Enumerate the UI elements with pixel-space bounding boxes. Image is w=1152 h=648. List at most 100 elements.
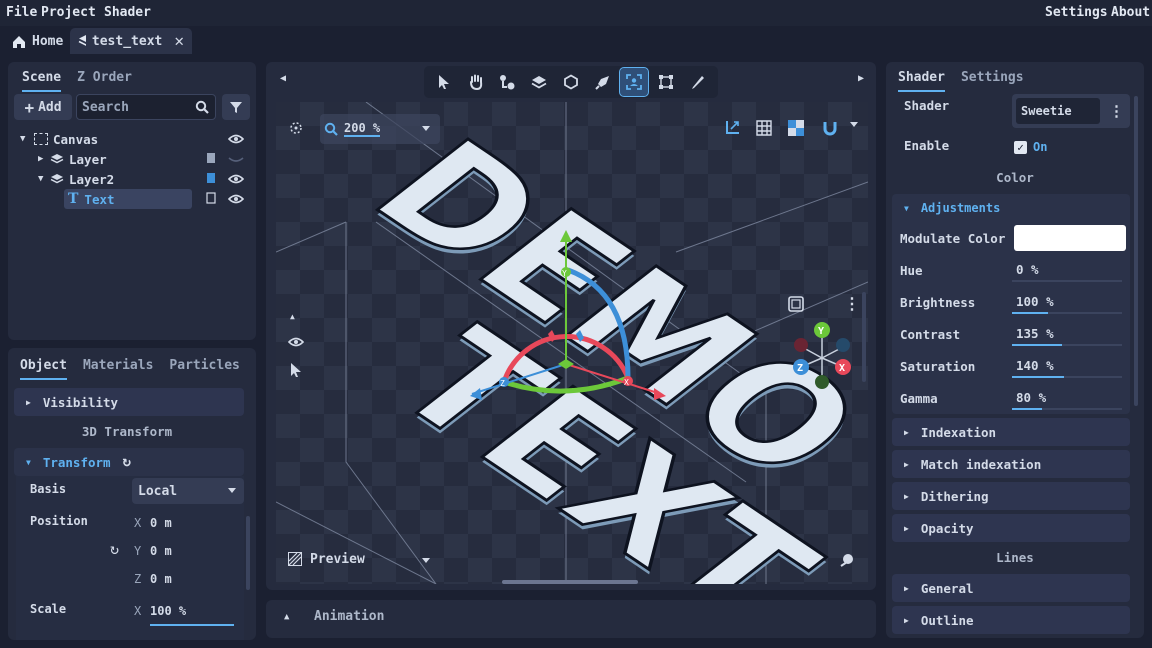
- position-y-field[interactable]: 0 m: [150, 544, 172, 558]
- tab-shader[interactable]: Shader: [898, 70, 945, 92]
- tab-particles[interactable]: Particles: [169, 358, 239, 380]
- tree-item-text[interactable]: T Text: [8, 189, 256, 209]
- shader-scrollbar[interactable]: [1134, 96, 1138, 406]
- brightness-slider[interactable]: 100 %: [1012, 290, 1122, 314]
- magnet-icon[interactable]: [822, 120, 838, 139]
- match-indexation-section[interactable]: ▶ Match indexation: [892, 450, 1130, 478]
- cursor-icon[interactable]: [290, 362, 302, 381]
- tree-item-layer[interactable]: ▶ Layer: [8, 149, 256, 169]
- menu-settings[interactable]: Settings: [1045, 5, 1108, 20]
- outline-section[interactable]: ▶ Outline: [892, 606, 1130, 634]
- transparency-icon[interactable]: [788, 120, 804, 139]
- basis-dropdown[interactable]: Local: [132, 478, 244, 504]
- menu-about[interactable]: About: [1111, 5, 1150, 20]
- eye-icon[interactable]: [227, 192, 245, 207]
- modulate-color-swatch[interactable]: [1014, 225, 1126, 251]
- preview-dropdown[interactable]: Preview: [276, 542, 446, 576]
- viewport-hscrollbar[interactable]: [502, 580, 638, 584]
- expand-up-icon[interactable]: ▲: [284, 612, 289, 622]
- shader-selector[interactable]: Sweetie ⋮: [1012, 94, 1130, 128]
- tab-materials[interactable]: Materials: [83, 358, 153, 380]
- crosshair-icon[interactable]: [288, 120, 304, 139]
- scale-x-field[interactable]: 100 %: [150, 604, 186, 618]
- draw-tool-button[interactable]: [684, 68, 712, 96]
- tab-document[interactable]: test_text ✕: [70, 28, 192, 54]
- chevron-down-icon: ▼: [26, 457, 31, 467]
- dropdown-arrow-icon: [422, 126, 430, 131]
- transform-section[interactable]: ▼ Transform ↻: [14, 448, 244, 476]
- tree-item-label: Text: [84, 191, 115, 207]
- dithering-section[interactable]: ▶ Dithering: [892, 482, 1130, 510]
- close-tab-icon[interactable]: ✕: [174, 33, 184, 49]
- select-tool-button[interactable]: [430, 68, 458, 96]
- reset-icon[interactable]: ↻: [123, 454, 131, 470]
- camera-frame-tool-button[interactable]: [619, 67, 650, 97]
- transform-box-tool-button[interactable]: [652, 68, 680, 96]
- shape-tool-button[interactable]: [557, 68, 585, 96]
- expand-arrow-icon[interactable]: ▶: [38, 154, 50, 164]
- text-node-icon: T: [68, 191, 79, 207]
- gizmo-z-label: Z: [500, 379, 505, 388]
- animation-panel[interactable]: ▲ Animation: [266, 600, 876, 638]
- expand-arrow-icon[interactable]: ▼: [38, 174, 50, 184]
- hue-slider[interactable]: 0 %: [1012, 258, 1122, 282]
- zoom-value: 200 %: [344, 121, 381, 137]
- more-options-icon[interactable]: ⋮: [1109, 102, 1124, 120]
- contrast-slider[interactable]: 135 %: [1012, 322, 1122, 346]
- reset-icon[interactable]: ↻: [110, 540, 119, 558]
- enable-checkbox[interactable]: ✓ On: [1014, 140, 1047, 154]
- view-frame-icon[interactable]: [788, 296, 804, 315]
- menu-project[interactable]: Project: [41, 5, 96, 20]
- general-section[interactable]: ▶ General: [892, 574, 1130, 602]
- tab-object[interactable]: Object: [20, 358, 67, 380]
- toolbar-scroll-left-icon[interactable]: ◀: [280, 73, 286, 84]
- tab-scene[interactable]: Scene: [22, 70, 62, 92]
- indexation-section[interactable]: ▶ Indexation: [892, 418, 1130, 446]
- tree-item-canvas[interactable]: ▼ Canvas: [8, 129, 256, 149]
- eye-icon[interactable]: [227, 172, 245, 187]
- more-options-icon[interactable]: ⋮: [844, 294, 860, 313]
- menu-file[interactable]: File: [6, 5, 37, 20]
- tree-item-layer2[interactable]: ▼ Layer2: [8, 169, 256, 189]
- gamma-slider[interactable]: 80 %: [1012, 386, 1122, 410]
- expand-arrow-icon[interactable]: ▼: [20, 134, 34, 144]
- lock-icon[interactable]: [206, 152, 216, 167]
- position-z-field[interactable]: 0 m: [150, 572, 172, 586]
- viewport-scrollbar[interactable]: [862, 292, 866, 382]
- eye-closed-icon[interactable]: [228, 152, 244, 167]
- zoom-icon: [324, 122, 338, 136]
- eye-icon[interactable]: [227, 132, 245, 147]
- grid-icon[interactable]: [756, 120, 772, 139]
- lock-icon[interactable]: [206, 172, 216, 187]
- collapse-up-icon[interactable]: ▲: [290, 312, 295, 321]
- particle-tool-button[interactable]: [589, 68, 617, 96]
- layer-tool-button[interactable]: [525, 68, 553, 96]
- adjustments-label: Adjustments: [920, 201, 1001, 215]
- menu-shader[interactable]: Shader: [104, 5, 151, 20]
- adjustments-header[interactable]: ▼ Adjustments: [892, 194, 1130, 222]
- snap-icon[interactable]: [724, 120, 740, 139]
- opacity-section[interactable]: ▶ Opacity: [892, 514, 1130, 542]
- lock-open-icon[interactable]: [206, 191, 216, 207]
- position-x-field[interactable]: 0 m: [150, 516, 172, 530]
- pan-tool-button[interactable]: [462, 68, 490, 96]
- toolbar-scroll-right-icon[interactable]: ▶: [858, 73, 864, 84]
- tab-home[interactable]: Home: [4, 28, 71, 54]
- zoom-control[interactable]: 200 %: [320, 114, 440, 144]
- cursor-icon: [438, 75, 449, 89]
- dropdown-arrow-icon: [422, 558, 430, 563]
- tab-shader-settings[interactable]: Settings: [961, 70, 1024, 92]
- add-node-button[interactable]: + Add: [14, 94, 72, 120]
- render-settings-icon[interactable]: [839, 552, 855, 571]
- viewport-canvas[interactable]: DEMO DEMO TEXT TEXT Y X Z Y X Z 200 % ▲ …: [276, 102, 868, 584]
- node-tool-button[interactable]: [493, 68, 521, 96]
- snap-options-arrow-icon[interactable]: [850, 122, 858, 127]
- visibility-section[interactable]: ▶ Visibility: [14, 388, 244, 416]
- saturation-slider[interactable]: 140 %: [1012, 354, 1122, 378]
- eye-icon[interactable]: [287, 336, 305, 350]
- scene-search-input[interactable]: Search: [76, 94, 216, 120]
- tab-z-order[interactable]: Z Order: [77, 70, 132, 92]
- object-scrollbar[interactable]: [246, 516, 250, 590]
- chevron-right-icon: ▶: [904, 491, 909, 501]
- filter-button[interactable]: [222, 94, 250, 120]
